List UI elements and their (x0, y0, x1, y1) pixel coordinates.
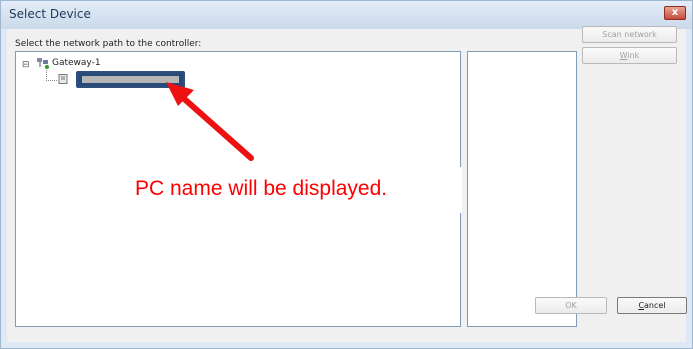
cancel-button[interactable]: Cancel (617, 297, 687, 314)
close-icon: x (671, 7, 679, 18)
tree-item-gateway[interactable]: Gateway-1 (52, 58, 101, 68)
annotation-text: PC name will be displayed. (135, 177, 388, 200)
cancel-label: ancel (644, 301, 666, 310)
ok-button[interactable]: OK (535, 297, 607, 314)
network-path-prompt: Select the network path to the controlle… (15, 39, 202, 49)
pc-icon (58, 74, 68, 84)
scan-network-button[interactable]: Scan network (582, 26, 677, 43)
pc-name-placeholder (82, 76, 179, 83)
title-bar[interactable]: Select Device x (1, 1, 692, 29)
device-detail-pane (467, 51, 577, 327)
wink-label: ink (627, 51, 640, 60)
wink-button[interactable]: Wink (582, 47, 677, 64)
tree-connector (46, 70, 57, 81)
collapse-icon[interactable]: ⊟ (22, 60, 30, 70)
tree-item-pc-name[interactable] (76, 71, 185, 88)
window-title: Select Device (9, 7, 91, 21)
network-gateway-icon (37, 58, 49, 69)
close-button[interactable]: x (664, 6, 686, 20)
